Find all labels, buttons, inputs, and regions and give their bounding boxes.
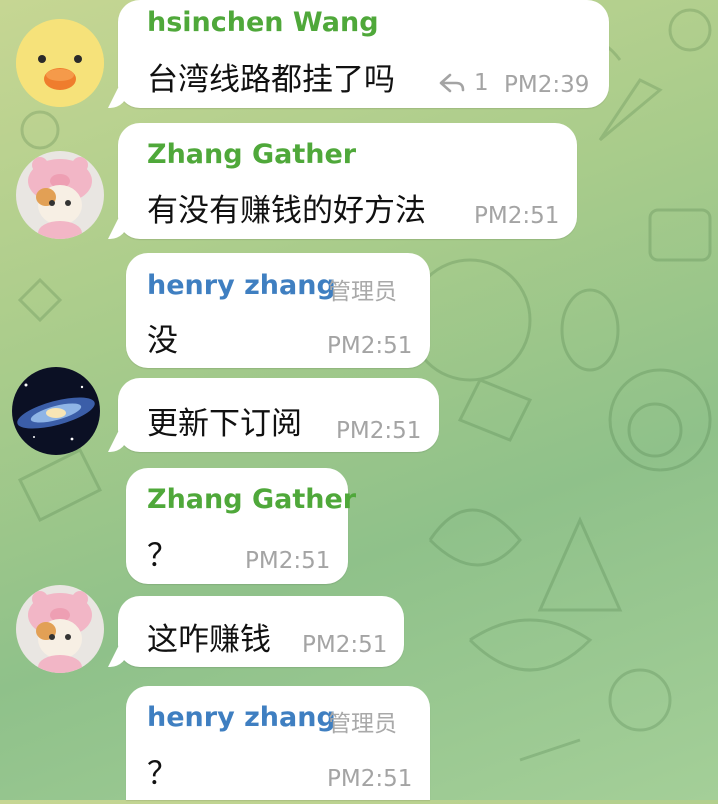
message-time: PM2:51 [474,203,560,229]
admin-badge: 管理员 [328,279,397,305]
sender-name[interactable]: Zhang Gather [147,484,356,515]
message-time: PM2:51 [302,632,388,658]
avatar-hsinchen-wang[interactable] [16,19,104,107]
message-bubble[interactable]: hsinchen Wang 台湾线路都挂了吗 1 PM2:39 [118,0,609,108]
reply-arrow-icon [439,73,465,93]
message-text: 没 [147,323,178,359]
message-bubble[interactable]: henry zhang 管理员 ？ PM2:51 [126,686,430,800]
reply-count-number: 1 [474,70,489,96]
message-time: PM2:51 [327,766,413,792]
message-bubble[interactable]: Zhang Gather ？ PM2:51 [126,468,356,584]
message-time: PM2:51 [336,418,422,444]
message-text: 台湾线路都挂了吗 [147,62,395,98]
avatar-zhang-gather[interactable] [16,585,104,673]
message-time: PM2:51 [245,548,331,574]
avatar-zhang-gather[interactable] [16,151,104,239]
message-bubble[interactable]: 这咋赚钱 PM2:51 [118,596,404,667]
message-bubble[interactable]: 更新下订阅 PM2:51 [118,378,439,452]
avatar-galaxy-user[interactable] [12,367,100,455]
message-bubble[interactable]: henry zhang 管理员 没 PM2:51 [126,253,430,368]
message-bubble[interactable]: Zhang Gather 有没有赚钱的好方法 PM2:51 [118,123,577,239]
message-time: PM2:51 [327,333,413,359]
reply-count[interactable]: 1 [438,70,489,96]
message-text: ？ [147,538,178,574]
sender-name[interactable]: Zhang Gather [147,139,356,170]
sender-name[interactable]: henry zhang [147,270,336,301]
sender-name[interactable]: henry zhang [147,702,336,733]
admin-badge: 管理员 [328,711,397,737]
sender-name[interactable]: hsinchen Wang [147,7,379,38]
message-time: PM2:39 [504,72,590,98]
message-text: 更新下订阅 [147,406,302,442]
message-text: 这咋赚钱 [147,622,271,658]
message-text: 有没有赚钱的好方法 [147,193,426,229]
message-text: ？ [147,756,178,792]
